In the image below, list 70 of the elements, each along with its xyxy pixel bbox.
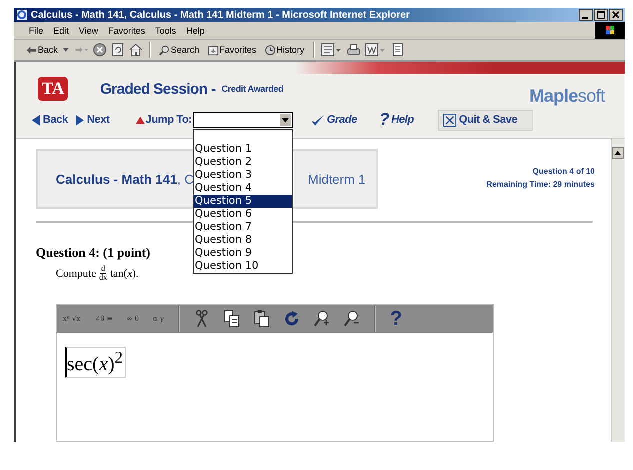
menu-item[interactable]: Help bbox=[181, 26, 210, 36]
copy-icon[interactable] bbox=[224, 310, 240, 328]
prompt-text: Compute bbox=[56, 268, 96, 280]
function-expression: tan(x). bbox=[110, 268, 139, 280]
derivative-operator: d dx bbox=[99, 265, 108, 282]
windows-logo-icon bbox=[595, 22, 625, 40]
history-button[interactable]: History bbox=[262, 44, 307, 56]
left-triangle-icon bbox=[32, 114, 41, 126]
refresh-icon[interactable] bbox=[111, 43, 126, 58]
question-option[interactable]: Question 7 bbox=[194, 221, 292, 234]
back-link[interactable]: Back bbox=[28, 114, 72, 126]
course-name: Calculus - Math 141 bbox=[56, 172, 178, 186]
menu-item[interactable]: File bbox=[24, 26, 49, 36]
course-title: Midterm 1 bbox=[308, 172, 366, 186]
check-icon bbox=[311, 114, 326, 126]
question-option[interactable]: Question 2 bbox=[194, 156, 292, 169]
zoom-in-icon[interactable] bbox=[314, 310, 330, 328]
caret-icon bbox=[63, 48, 70, 52]
question-option[interactable]: Question 6 bbox=[194, 208, 292, 221]
session-title: Graded Session - bbox=[100, 80, 216, 98]
question-option[interactable]: Question 5 bbox=[194, 195, 292, 208]
favorites-button[interactable]: Favorites bbox=[206, 44, 259, 56]
menu-item[interactable]: View bbox=[74, 26, 104, 36]
question-option[interactable]: Question 10 bbox=[194, 260, 292, 273]
question-option[interactable]: Question 9 bbox=[194, 247, 292, 260]
refresh-icon[interactable] bbox=[284, 310, 300, 328]
menu-item[interactable]: Tools bbox=[150, 26, 182, 36]
zoom-out-icon[interactable] bbox=[344, 310, 360, 328]
scissors-icon[interactable] bbox=[194, 310, 210, 328]
edit-document-icon[interactable] bbox=[364, 43, 387, 58]
question-option[interactable]: Question 8 bbox=[194, 234, 292, 247]
question-option[interactable]: Question 4 bbox=[194, 182, 292, 195]
back-button[interactable]: Back bbox=[24, 44, 72, 56]
quit-save-button[interactable]: Quit & Save bbox=[438, 110, 533, 130]
close-icon[interactable] bbox=[609, 9, 623, 22]
clock-icon bbox=[264, 44, 276, 56]
remaining-time: Remaining Time: 29 minutes bbox=[486, 180, 595, 189]
jump-to-label: Jump To: bbox=[136, 114, 192, 126]
question-heading: Question 4: (1 point) bbox=[36, 245, 150, 261]
browser-icon bbox=[16, 9, 28, 22]
scroll-up-icon[interactable] bbox=[612, 147, 624, 159]
search-icon bbox=[159, 44, 170, 56]
question-counter: Question 4 of 10 bbox=[532, 167, 595, 176]
course-title: , C bbox=[177, 172, 194, 186]
paste-icon[interactable] bbox=[254, 310, 270, 328]
window-title: Calculus - Math 141, Calculus - Math 141 Midterm 1 - Microsoft Internet Explorer bbox=[31, 10, 410, 21]
help-link[interactable]: ?Help bbox=[375, 110, 418, 130]
question-option[interactable]: Question 3 bbox=[194, 169, 292, 182]
menu-item[interactable]: Edit bbox=[48, 26, 74, 36]
dropdown-arrow-icon bbox=[282, 118, 290, 122]
minimize-icon[interactable] bbox=[579, 9, 593, 22]
logo: TA bbox=[38, 77, 68, 101]
grade-link[interactable]: Grade bbox=[307, 114, 362, 126]
printer-icon[interactable] bbox=[346, 43, 361, 58]
question-option[interactable]: Question 1 bbox=[194, 143, 292, 156]
document-icon[interactable] bbox=[390, 43, 405, 58]
back-arrow-icon bbox=[26, 44, 37, 56]
up-triangle-icon bbox=[136, 114, 145, 126]
menu-item[interactable]: Favorites bbox=[103, 26, 150, 36]
right-triangle-icon bbox=[76, 114, 86, 126]
brand-logo: Maplesoft bbox=[529, 86, 605, 106]
credit-status: Credit Awarded bbox=[222, 84, 284, 94]
maximize-icon[interactable] bbox=[594, 9, 608, 22]
search-button[interactable]: Search bbox=[157, 44, 202, 56]
home-icon[interactable] bbox=[129, 43, 144, 58]
answer-expression: sec(x)$^{2}$ bbox=[65, 347, 126, 378]
next-link[interactable]: Next bbox=[72, 114, 114, 126]
stop-icon[interactable] bbox=[93, 43, 108, 58]
help-button[interactable]: ? bbox=[390, 308, 402, 330]
boxed-x-icon bbox=[443, 114, 458, 126]
